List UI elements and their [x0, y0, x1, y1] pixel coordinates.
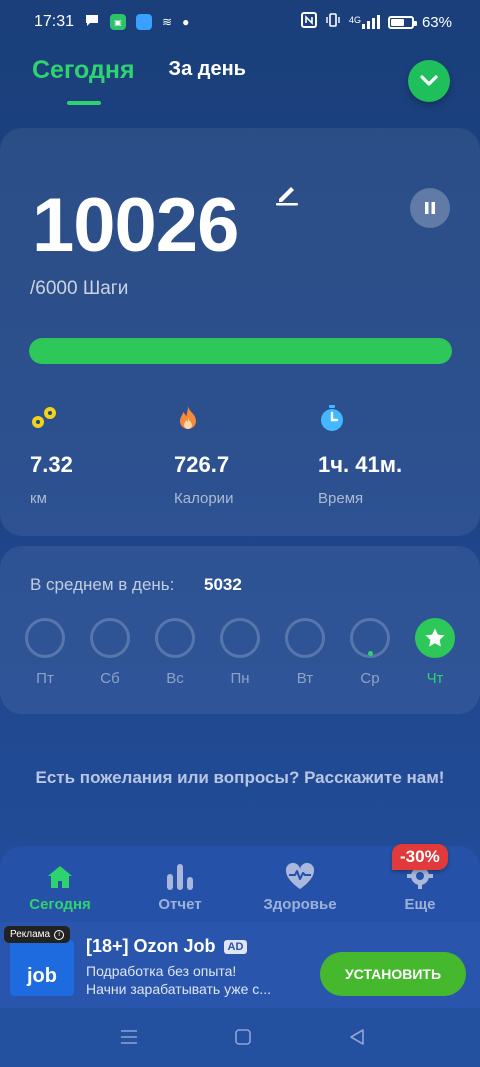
dropdown-button[interactable]: [408, 60, 450, 102]
day-label: Чт: [426, 670, 444, 687]
time-value: 1ч. 41м.: [318, 452, 403, 477]
ad-title-text: [18+] Ozon Job: [86, 936, 216, 956]
day-wed[interactable]: Ср: [350, 618, 390, 687]
signal-icon: 4G: [349, 15, 380, 29]
app-notification-icon-2: [136, 14, 153, 30]
calories-label: Калории: [174, 490, 234, 507]
notification-icon-3: ≋: [162, 15, 173, 29]
status-bar: 17:31 ▣ ≋ ● 4G 63%: [0, 0, 480, 44]
ad-description: Подработка без опыта! Начни зарабатывать…: [86, 962, 308, 998]
nav-label: Отчет: [158, 896, 202, 913]
pause-icon: [425, 202, 435, 214]
calories-value: 726.7: [174, 452, 230, 477]
period-tabs: Сегодня За день: [32, 56, 246, 105]
step-goal: /6000 Шаги: [30, 278, 129, 299]
progress-fill: [29, 338, 452, 364]
ad-tag: AD: [223, 939, 248, 954]
tab-day[interactable]: За день: [169, 58, 246, 85]
goal-reached-badge: [415, 618, 455, 658]
ad-desc-line: Начни зарабатывать уже с...: [86, 981, 271, 997]
step-count: 10026: [32, 183, 239, 268]
heart-pulse-icon: [285, 862, 315, 889]
ad-label: Реклама: [10, 929, 51, 940]
star-icon: [425, 628, 445, 647]
pencil-icon: [276, 187, 298, 206]
nav-health[interactable]: Здоровье: [250, 860, 350, 913]
pause-button[interactable]: [410, 188, 450, 228]
chevron-down-icon: [420, 75, 438, 86]
distance-label: км: [30, 490, 47, 507]
edit-steps-button[interactable]: [274, 180, 300, 211]
ad-banner[interactable]: Реклама i job [18+] Ozon Job AD Подработ…: [0, 922, 480, 1008]
day-tue[interactable]: Вт: [285, 618, 325, 687]
day-label: Ср: [360, 670, 380, 687]
nav-label: Еще: [404, 896, 436, 913]
distance-value: 7.32: [30, 452, 73, 477]
discount-badge[interactable]: -30%: [392, 844, 448, 870]
back-button[interactable]: [348, 1028, 366, 1051]
system-navigation-bar: [0, 1008, 480, 1067]
day-mon[interactable]: Пн: [220, 618, 260, 687]
chat-notification-icon: [84, 12, 100, 33]
day-sat[interactable]: Сб: [90, 618, 130, 687]
average-label: В среднем в день:: [30, 575, 175, 594]
time-label: Время: [318, 490, 364, 507]
ad-logo-text: job: [27, 965, 57, 987]
status-time: 17:31: [34, 13, 75, 30]
feedback-link[interactable]: Есть пожелания или вопросы? Расскажите н…: [30, 766, 450, 789]
more-notifications-icon: ●: [182, 15, 190, 29]
steps-progress-bar: [29, 338, 452, 364]
stopwatch-icon: [321, 405, 343, 431]
nav-today[interactable]: Сегодня: [10, 860, 110, 913]
square-icon: [235, 1029, 251, 1045]
day-label: Пн: [230, 670, 250, 687]
day-label: Вт: [296, 670, 314, 687]
battery-percent: 63%: [421, 13, 452, 31]
day-progress-ring: [220, 618, 260, 658]
nav-label: Здоровье: [263, 896, 337, 913]
location-pins-icon: [32, 407, 56, 428]
nav-report[interactable]: Отчет: [130, 860, 230, 913]
day-sun[interactable]: Вс: [155, 618, 195, 687]
day-progress-ring: [90, 618, 130, 658]
info-icon: i: [54, 929, 65, 940]
day-progress-ring: [25, 618, 65, 658]
flame-icon: [180, 406, 196, 429]
tab-today[interactable]: Сегодня: [32, 56, 135, 105]
ad-title: [18+] Ozon Job AD: [86, 936, 248, 957]
ad-label-badge[interactable]: Реклама i: [4, 926, 71, 943]
weekly-card[interactable]: В среднем в день: 5032 Пт Сб Вс Пн Вт Ср…: [0, 546, 480, 714]
menu-icon: [121, 1030, 137, 1044]
day-fri[interactable]: Пт: [25, 618, 65, 687]
day-progress-ring: [285, 618, 325, 658]
time-stat: 1ч. 41м. Время: [318, 404, 402, 507]
average-value: 5032: [204, 575, 242, 594]
home-button[interactable]: [234, 1028, 252, 1051]
app-notification-icon: ▣: [110, 14, 127, 30]
back-triangle-icon: [350, 1029, 364, 1045]
distance-stat: 7.32 км: [30, 404, 73, 507]
vibrate-icon: [325, 12, 341, 32]
nfc-icon: [300, 12, 317, 32]
day-thu[interactable]: Чт: [415, 618, 455, 687]
steps-card: 10026 /6000 Шаги 7.32 км 726.7 Калории 1…: [0, 128, 480, 536]
ad-app-logo: job: [10, 940, 74, 996]
ad-desc-line: Подработка без опыта!: [86, 963, 237, 979]
nav-label: Сегодня: [29, 896, 91, 913]
recent-apps-button[interactable]: [120, 1028, 138, 1051]
day-progress-ring: [350, 618, 390, 658]
day-label: Вс: [166, 670, 184, 687]
battery-icon: [387, 15, 417, 29]
partial-progress-dot: [368, 651, 373, 656]
home-icon: [48, 866, 72, 888]
bar-chart-icon: [167, 864, 193, 890]
install-button[interactable]: УСТАНОВИТЬ: [320, 952, 466, 996]
day-label: Сб: [100, 670, 120, 687]
day-label: Пт: [36, 670, 54, 687]
calories-stat: 726.7 Калории: [174, 404, 233, 507]
day-progress-ring: [155, 618, 195, 658]
signal-label: 4G: [348, 15, 361, 25]
